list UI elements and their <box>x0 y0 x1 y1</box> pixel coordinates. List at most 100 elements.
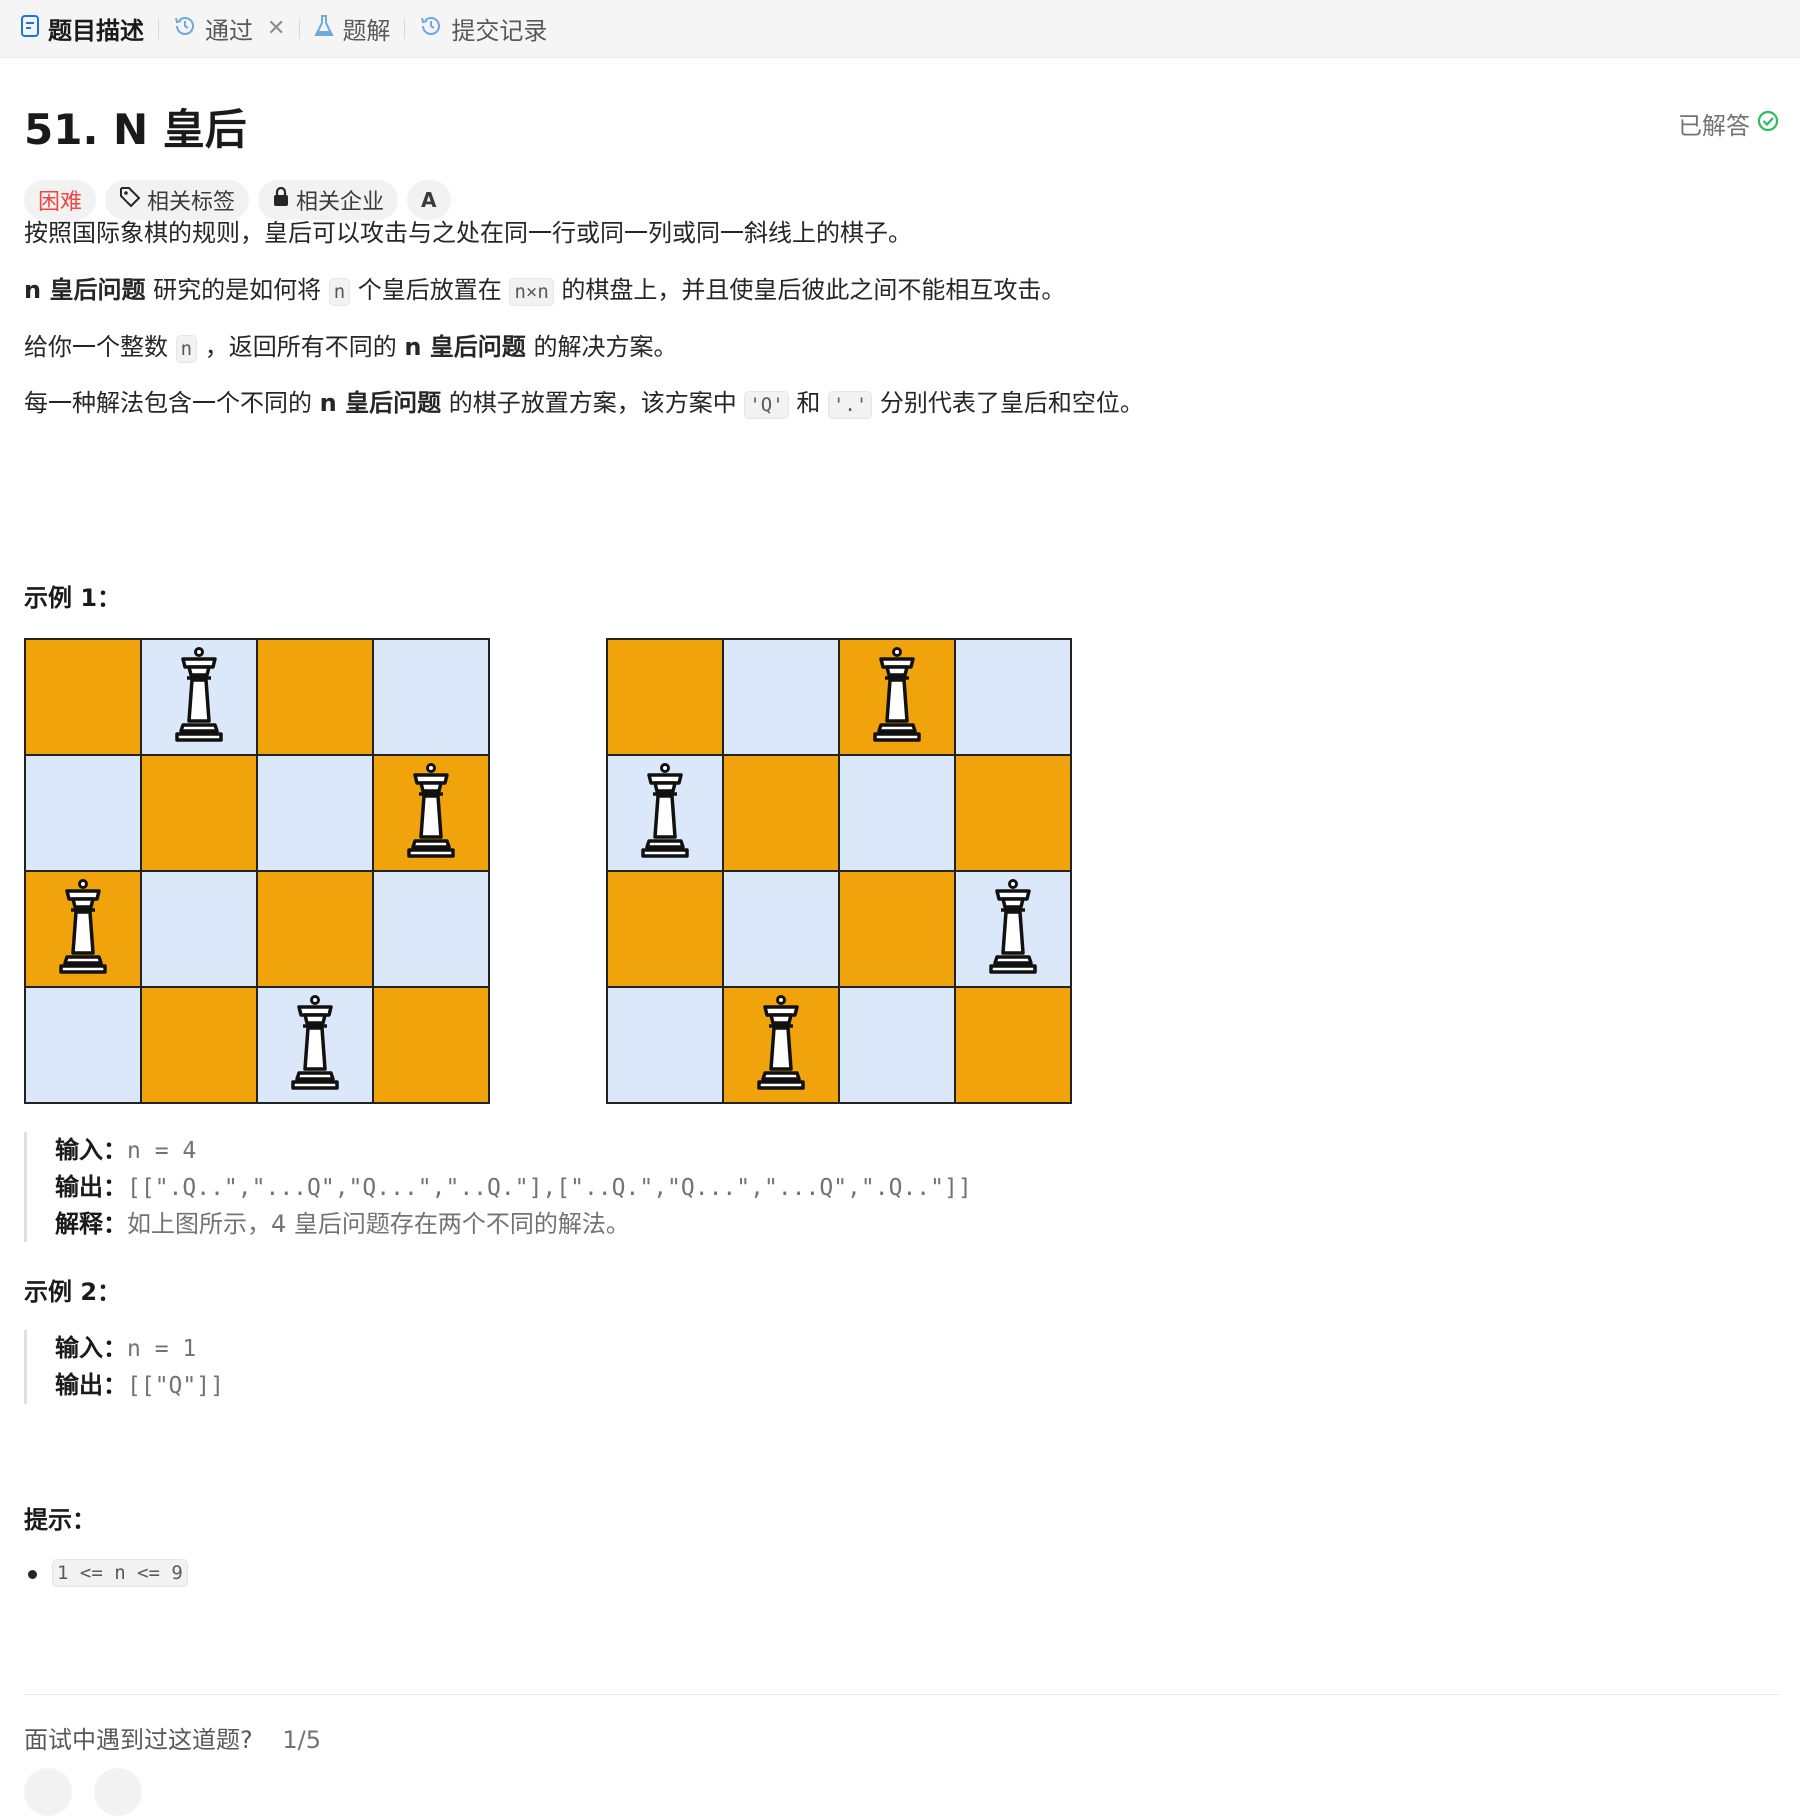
board-cell <box>839 639 955 755</box>
history-icon <box>419 14 443 44</box>
board-cell <box>723 987 839 1103</box>
chessboard-solution-2 <box>606 638 1072 1104</box>
queen-icon <box>983 877 1043 981</box>
example-2-block: 输入：n = 1 输出：[["Q"]] <box>24 1330 224 1404</box>
hint-constraint: 1 <= n <= 9 <box>52 1559 188 1587</box>
text: 的解决方案。 <box>525 333 678 361</box>
board-cell <box>607 987 723 1103</box>
queen-icon <box>53 877 113 981</box>
input-label: 输入： <box>55 1334 127 1362</box>
example-output-line: 输出：[["Q"]] <box>55 1367 224 1404</box>
solved-label: 已解答 <box>1678 112 1750 140</box>
output-value: [[".Q..","...Q","Q...","..Q."],["..Q.","… <box>127 1175 972 1201</box>
board-cell <box>141 987 257 1103</box>
example-output-line: 输出：[[".Q..","...Q","Q...","..Q."],["..Q.… <box>55 1169 972 1206</box>
interview-count: 1/5 <box>282 1726 322 1754</box>
board-cell <box>141 871 257 987</box>
chessboard-solution-1 <box>24 638 490 1104</box>
history-icon <box>173 14 197 44</box>
description-paragraph: 给你一个整数 n ，返回所有不同的 n 皇后问题 的解决方案。 <box>24 330 677 366</box>
input-value: n = 4 <box>127 1138 197 1164</box>
explanation-text: 如上图所示，4 皇后问题存在两个不同的解法。 <box>127 1210 630 1238</box>
description-paragraph: n 皇后问题 研究的是如何将 n 个皇后放置在 n×n 的棋盘上，并且使皇后彼此… <box>24 273 1065 309</box>
example-input-line: 输入：n = 1 <box>55 1330 224 1367</box>
tag-row: 困难 相关标签 相关企业 A <box>24 180 451 220</box>
text: ，返回所有不同的 <box>197 333 405 361</box>
queen-icon <box>401 761 461 865</box>
no-button[interactable] <box>94 1768 142 1816</box>
queen-icon <box>635 761 695 865</box>
bold-text: n 皇后问题 <box>319 389 442 417</box>
board-cell <box>607 639 723 755</box>
tab-divider <box>299 18 301 39</box>
text: 的棋子放置方案，该方案中 <box>441 389 745 417</box>
text: 的棋盘上，并且使皇后彼此之间不能相互攻击。 <box>553 276 1066 304</box>
example-explanation-line: 解释：如上图所示，4 皇后问题存在两个不同的解法。 <box>55 1206 972 1242</box>
example-input-line: 输入：n = 4 <box>55 1132 972 1169</box>
tab-label: 题解 <box>342 17 391 45</box>
hints-heading: 提示： <box>24 1506 96 1534</box>
translate-button[interactable]: A <box>407 180 451 220</box>
inline-code: n <box>175 335 198 363</box>
interview-question: 面试中遇到过这道题? 1/5 <box>24 1720 321 1755</box>
tab-divider <box>158 18 159 39</box>
queen-icon <box>751 993 811 1097</box>
text: 给你一个整数 <box>24 333 176 361</box>
close-icon[interactable]: ✕ <box>267 16 285 41</box>
explanation-label: 解释： <box>55 1210 127 1238</box>
description-paragraph: 按照国际象棋的规则，皇后可以攻击与之处在同一行或同一列或同一斜线上的棋子。 <box>24 219 912 247</box>
text: 研究的是如何将 <box>145 276 329 304</box>
list-bullet <box>28 1570 37 1579</box>
related-companies-label: 相关企业 <box>296 190 385 215</box>
text: 每一种解法包含一个不同的 <box>24 389 320 417</box>
board-cell <box>723 871 839 987</box>
tab-description[interactable]: 题目描述 <box>20 0 158 58</box>
tab-accepted[interactable]: 通过 ✕ <box>173 0 299 58</box>
related-tags-button[interactable]: 相关标签 <box>105 180 250 220</box>
yes-button[interactable] <box>24 1768 72 1816</box>
lock-icon <box>272 186 290 213</box>
board-cell <box>141 639 257 755</box>
text: 个皇后放置在 <box>350 276 510 304</box>
board-cell <box>25 639 141 755</box>
tab-solutions[interactable]: 题解 <box>314 0 404 58</box>
difficulty-badge: 困难 <box>24 180 97 220</box>
inline-code: '.' <box>827 391 873 419</box>
inline-code: n <box>328 278 351 306</box>
input-value: n = 1 <box>127 1336 197 1362</box>
related-companies-button[interactable]: 相关企业 <box>258 180 399 220</box>
document-icon <box>20 14 40 43</box>
tab-bar: 题目描述 通过 ✕ 题解 提交记录 <box>0 0 1800 58</box>
board-cell <box>25 871 141 987</box>
tab-divider <box>404 18 406 39</box>
board-cell <box>141 755 257 871</box>
board-cell <box>723 639 839 755</box>
text: 和 <box>788 389 828 417</box>
board-cell <box>373 871 489 987</box>
example-1-heading: 示例 1： <box>24 584 122 612</box>
tab-label: 题目描述 <box>48 17 144 45</box>
tab-submissions[interactable]: 提交记录 <box>419 0 561 58</box>
tab-label: 提交记录 <box>451 17 548 45</box>
queen-icon <box>285 993 345 1097</box>
board-cell <box>723 755 839 871</box>
output-label: 输出： <box>55 1173 127 1201</box>
tab-label: 通过 <box>205 17 253 45</box>
board-cell <box>839 987 955 1103</box>
board-cell <box>373 987 489 1103</box>
board-cell <box>955 755 1071 871</box>
problem-title: 51. N 皇后 <box>24 105 247 154</box>
solved-status: 已解答 <box>1678 106 1780 141</box>
translate-icon: A <box>421 188 437 212</box>
board-cell <box>955 871 1071 987</box>
board-cell <box>257 987 373 1103</box>
board-cell <box>257 639 373 755</box>
interview-question-text: 面试中遇到过这道题? <box>24 1726 253 1754</box>
board-cell <box>257 871 373 987</box>
output-label: 输出： <box>55 1371 127 1399</box>
board-cell <box>607 755 723 871</box>
board-cell <box>607 871 723 987</box>
queen-icon <box>169 645 229 749</box>
example-1-block: 输入：n = 4 输出：[[".Q..","...Q","Q...","..Q.… <box>24 1132 972 1242</box>
flask-icon <box>314 14 335 44</box>
